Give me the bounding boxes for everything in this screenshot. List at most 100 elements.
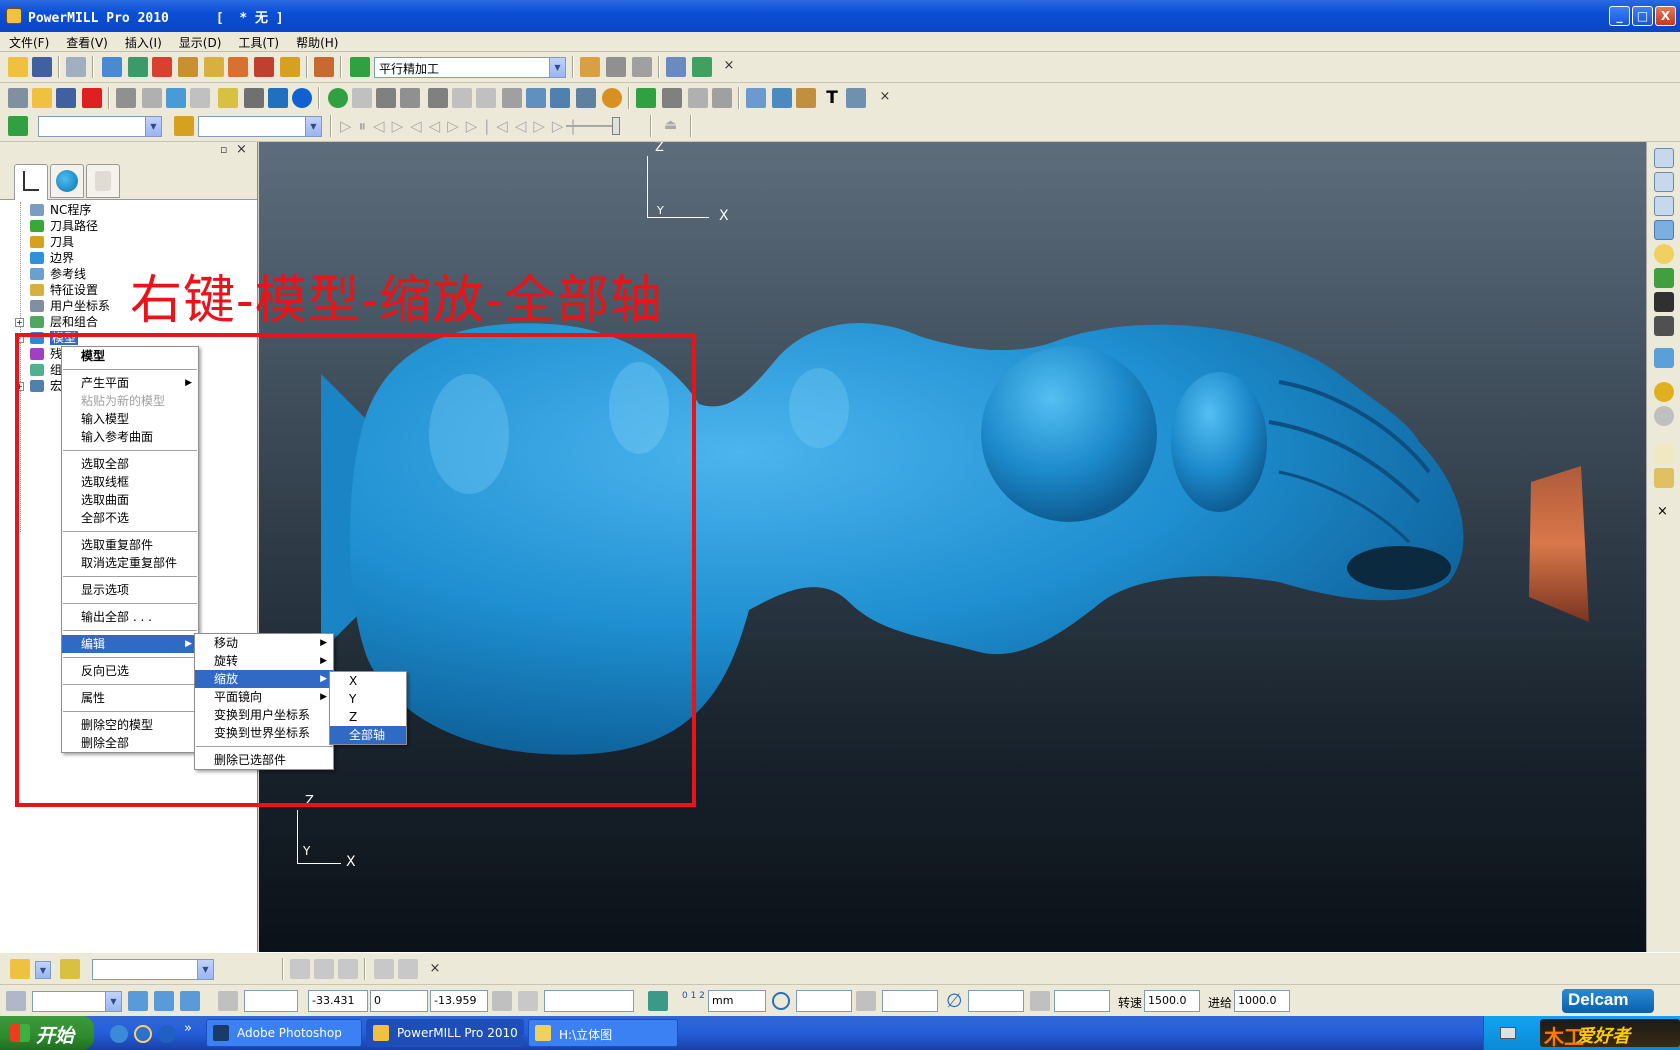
toolbar1-close-icon[interactable]: × (722, 59, 736, 73)
coord-x-field[interactable]: -33.431 (308, 990, 368, 1012)
chevron-down-icon[interactable]: ▼ (35, 961, 51, 979)
units-icon[interactable] (648, 991, 668, 1011)
context-menu-item[interactable]: 选取曲面 (62, 491, 198, 509)
leads-links-icon[interactable] (204, 57, 224, 77)
shaded-view-icon[interactable] (166, 88, 186, 108)
drag-select-icon[interactable] (1654, 468, 1674, 488)
select-edge-icon[interactable] (290, 959, 310, 979)
delete-icon[interactable] (82, 88, 102, 108)
menu-item-2[interactable]: 插入(I) (116, 32, 170, 51)
start-button[interactable]: 开始 (0, 1016, 94, 1050)
context-menu-item[interactable]: Z (330, 708, 406, 726)
units-field[interactable]: mm (708, 990, 766, 1012)
grid-snap-icon[interactable] (60, 959, 80, 979)
cube-workplane-icon[interactable] (180, 991, 200, 1011)
split-icon[interactable] (526, 88, 546, 108)
diameter-icon[interactable]: ∅ (946, 990, 963, 1012)
select-cursor-icon[interactable] (1654, 444, 1674, 464)
view-iso4-icon[interactable] (1654, 220, 1674, 240)
workplane-icon[interactable] (6, 991, 26, 1011)
pin-icon[interactable]: ▫ (220, 143, 227, 156)
new-icon[interactable] (8, 88, 28, 108)
view-iso2-icon[interactable] (1654, 172, 1674, 192)
chevron-down-icon[interactable]: ▼ (549, 58, 565, 77)
angle-field[interactable] (1054, 990, 1110, 1012)
toolpath-connect-icon[interactable] (666, 57, 686, 77)
context-menu-item[interactable]: 选取重复部件 (62, 536, 198, 554)
coordinate-blank-field[interactable] (244, 990, 298, 1012)
chevron-down-icon[interactable]: ▼ (197, 960, 213, 979)
right-toolbar-close-icon[interactable]: × (1657, 504, 1668, 519)
tolerance-field[interactable] (796, 990, 852, 1012)
context-menu-item[interactable]: Y (330, 690, 406, 708)
select-curve-icon[interactable] (338, 959, 358, 979)
toolpath-strategy-icon[interactable] (350, 57, 370, 77)
grid-icon[interactable] (218, 991, 238, 1011)
tool-length-field[interactable] (882, 990, 938, 1012)
grid-icon[interactable] (218, 88, 238, 108)
taskbar-task-button[interactable]: PowerMILL Pro 2010 ... (366, 1019, 524, 1047)
cube-view-icon[interactable] (128, 991, 148, 1011)
speed-slider-handle[interactable] (612, 117, 620, 135)
menu-item-1[interactable]: 查看(V) (57, 32, 116, 51)
surface-icon[interactable] (476, 88, 496, 108)
merge-icon[interactable] (550, 88, 570, 108)
transform-icon[interactable] (576, 88, 596, 108)
context-menu-item[interactable]: 全部轴 (330, 726, 406, 744)
boundary-icon[interactable] (314, 57, 334, 77)
abc-icon[interactable] (268, 88, 288, 108)
zoom-box-icon[interactable] (1654, 316, 1674, 336)
open-project-icon[interactable] (8, 57, 28, 77)
explorer-close-icon[interactable]: × (236, 142, 247, 157)
tree-item[interactable]: 刀具路径 (0, 218, 258, 234)
select-surface-icon[interactable] (314, 959, 334, 979)
chevron-down-icon[interactable]: ▼ (145, 117, 161, 136)
tool-database-icon[interactable] (280, 57, 300, 77)
context-menu-item[interactable]: 编辑 ▶ (62, 635, 198, 653)
refresh-icon[interactable] (1654, 268, 1674, 288)
taskbar-task-button[interactable]: H:\立体图 (528, 1019, 678, 1047)
snap-field[interactable] (544, 990, 634, 1012)
context-menu-item[interactable]: 模型 (62, 347, 198, 365)
zoom-extents-icon[interactable] (1654, 292, 1674, 312)
diameter-field[interactable] (968, 990, 1024, 1012)
menu-item-5[interactable]: 帮助(H) (287, 32, 346, 51)
close-button[interactable]: X (1655, 6, 1676, 26)
toolbar2-close-icon[interactable]: × (878, 90, 892, 104)
tree-expander-icon[interactable]: + (15, 318, 24, 327)
eject-icon[interactable]: ⏏ (664, 117, 677, 133)
bottom-bar-close-icon[interactable]: × (428, 962, 442, 976)
plane-icon[interactable] (376, 88, 396, 108)
save-project-icon[interactable] (32, 57, 52, 77)
tool-icon[interactable] (178, 57, 198, 77)
tab-html-browser[interactable] (50, 164, 84, 198)
context-menu-item[interactable]: 显示选项 (62, 581, 198, 599)
gear-icon[interactable] (400, 88, 420, 108)
cube-select-icon[interactable] (154, 991, 174, 1011)
speed-field[interactable]: 1500.0 (1144, 990, 1200, 1012)
clock-icon[interactable] (602, 88, 622, 108)
tool-combo[interactable]: ▼ (198, 116, 322, 137)
wireframe-view-icon[interactable] (190, 88, 210, 108)
view-iso1-icon[interactable] (1654, 148, 1674, 168)
context-menu-item[interactable]: 平面镜向 ▶ (195, 688, 333, 706)
collision-check-icon[interactable] (692, 57, 712, 77)
stock-icon[interactable] (772, 88, 792, 108)
document-icon[interactable] (502, 88, 522, 108)
context-menu-item[interactable]: 输出全部 . . . (62, 608, 198, 626)
keyboard-icon[interactable] (1500, 1027, 1516, 1039)
chevron-down-icon[interactable]: ▼ (105, 992, 121, 1011)
internet-explorer-icon[interactable] (134, 1025, 152, 1043)
sketch-icon[interactable] (116, 88, 136, 108)
context-menu-item[interactable]: 缩放 ▶ (195, 670, 333, 688)
context-menu-item[interactable]: 删除空的模型 (62, 716, 198, 734)
context-menu-item[interactable]: 产生平面 ▶ (62, 374, 198, 392)
zoom-icon[interactable] (1654, 244, 1674, 264)
material-icon[interactable] (1654, 382, 1674, 402)
coord-z-field[interactable]: -13.959 (430, 990, 488, 1012)
quicklaunch-more-icon[interactable]: » (184, 1021, 192, 1036)
menu-item-3[interactable]: 显示(D) (170, 32, 230, 51)
text-icon[interactable]: T (822, 88, 842, 108)
level-icon[interactable] (428, 88, 448, 108)
context-menu-item[interactable]: 选取全部 (62, 455, 198, 473)
